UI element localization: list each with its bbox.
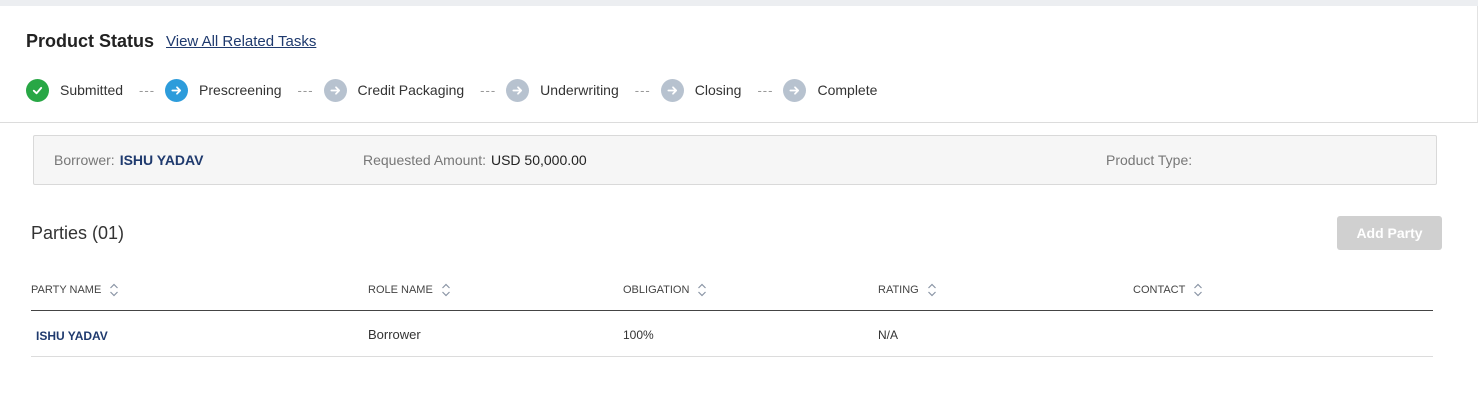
step-label: Prescreening <box>199 82 282 98</box>
arrow-right-icon <box>660 78 684 102</box>
requested-amount-info: Requested Amount: USD 50,000.00 <box>363 152 587 168</box>
sort-icon[interactable] <box>927 283 937 297</box>
arrow-right-icon <box>506 78 530 102</box>
rating-cell: N/A <box>878 328 899 342</box>
step-prescreening: Prescreening <box>165 78 282 102</box>
column-header-label: RATING <box>878 284 919 296</box>
product-type-label: Product Type: <box>1106 152 1193 168</box>
product-status-title: Product Status <box>26 31 155 51</box>
step-separator: --- <box>634 82 651 98</box>
product-type-info: Product Type: <box>1106 152 1197 168</box>
step-label: Closing <box>694 82 742 98</box>
column-header-contact[interactable]: CONTACT <box>1133 283 1203 297</box>
step-separator: --- <box>480 82 497 98</box>
column-header-label: OBLIGATION <box>623 284 690 296</box>
arrow-right-icon <box>165 78 189 102</box>
table-header-divider <box>31 310 1433 311</box>
step-separator: --- <box>297 82 314 98</box>
step-complete: Complete <box>783 78 878 102</box>
loan-info-bar: Borrower: ISHU YADAV Requested Amount: USD… <box>33 135 1437 185</box>
step-submitted: Submitted <box>26 78 124 102</box>
column-header-label: PARTY NAME <box>31 284 102 296</box>
step-underwriting: Underwriting <box>506 78 619 102</box>
step-closing: Closing <box>660 78 742 102</box>
role-name-cell: Borrower <box>368 327 421 342</box>
arrow-right-icon <box>783 78 807 102</box>
view-all-related-tasks-link[interactable]: View All Related Tasks <box>166 33 316 50</box>
parties-title: Parties (01) <box>31 223 125 243</box>
borrower-info: Borrower: ISHU YADAV <box>54 152 203 168</box>
column-header-label: CONTACT <box>1133 284 1186 296</box>
sort-icon[interactable] <box>109 283 119 297</box>
column-header-obligation[interactable]: OBLIGATION <box>623 283 707 297</box>
step-label: Credit Packaging <box>357 82 465 98</box>
sort-icon[interactable] <box>441 283 451 297</box>
step-label: Submitted <box>60 82 124 98</box>
product-status-card: Product Status View All Related Tasks Su… <box>0 6 1478 123</box>
step-label: Underwriting <box>540 82 619 98</box>
status-stepper: Submitted --- Prescreening --- Credit Pa… <box>26 78 877 102</box>
party-name-link[interactable]: ISHU YADAV <box>36 329 108 343</box>
arrow-right-icon <box>323 78 347 102</box>
column-header-rating[interactable]: RATING <box>878 283 937 297</box>
requested-amount-label: Requested Amount: <box>363 152 486 168</box>
borrower-label: Borrower: <box>54 152 115 168</box>
sort-icon[interactable] <box>697 283 707 297</box>
column-header-role-name[interactable]: ROLE NAME <box>368 283 451 297</box>
step-label: Complete <box>817 82 878 98</box>
column-header-label: ROLE NAME <box>368 284 433 296</box>
borrower-value: ISHU YADAV <box>119 152 204 168</box>
step-separator: --- <box>139 82 156 98</box>
obligation-cell: 100% <box>623 328 654 342</box>
column-header-party-name[interactable]: PARTY NAME <box>31 283 119 297</box>
sort-icon[interactable] <box>1193 283 1203 297</box>
add-party-button[interactable]: Add Party <box>1337 216 1442 250</box>
requested-amount-value: USD 50,000.00 <box>490 152 587 168</box>
step-credit-packaging: Credit Packaging <box>323 78 465 102</box>
check-icon <box>26 78 49 102</box>
table-row-divider <box>31 356 1433 357</box>
step-separator: --- <box>757 82 774 98</box>
